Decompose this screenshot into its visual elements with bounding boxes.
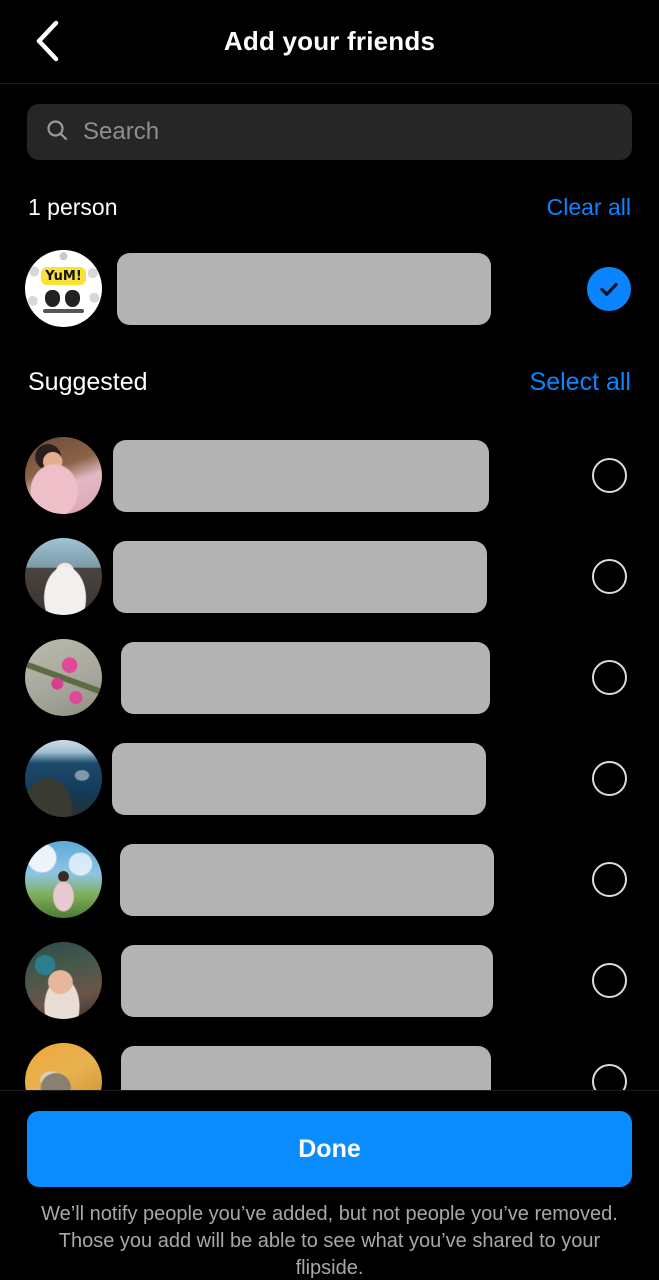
suggested-rows xyxy=(0,425,659,1091)
circle-outline-icon xyxy=(591,660,627,695)
circle-outline-icon xyxy=(591,458,627,493)
friend-list[interactable]: 1 person Clear all Suggested Select all xyxy=(0,176,659,1091)
chevron-left-icon xyxy=(32,19,62,63)
friend-row[interactable] xyxy=(0,526,659,627)
friend-row[interactable] xyxy=(0,728,659,829)
name-redaction-bar xyxy=(121,1045,491,1091)
disclaimer-text: We’ll notify people you’ve added, but no… xyxy=(41,1203,618,1279)
friend-row[interactable] xyxy=(0,930,659,1031)
name-redaction-bar xyxy=(117,252,491,325)
friend-row[interactable] xyxy=(0,425,659,526)
checkbox-checked[interactable] xyxy=(587,266,631,311)
page-title: Add your friends xyxy=(223,26,436,56)
name-redaction-bar xyxy=(113,540,487,613)
checkbox-unchecked[interactable] xyxy=(587,1060,631,1091)
search-input[interactable] xyxy=(83,118,614,146)
selected-section-header: 1 person Clear all xyxy=(0,176,659,238)
search-icon xyxy=(45,118,69,147)
avatar xyxy=(25,250,102,327)
footer-bar: Done We’ll notify people you’ve added, b… xyxy=(0,1090,659,1280)
avatar xyxy=(25,1043,102,1091)
circle-outline-icon xyxy=(591,559,627,594)
name-redaction-bar xyxy=(112,742,486,815)
selected-count-label: 1 person xyxy=(28,193,118,220)
clear-all-button[interactable]: Clear all xyxy=(547,194,631,221)
header-bar: Add your friends xyxy=(0,0,659,84)
circle-outline-icon xyxy=(591,963,627,998)
checkbox-unchecked[interactable] xyxy=(587,454,631,498)
avatar xyxy=(25,740,102,817)
checkbox-unchecked[interactable] xyxy=(587,757,631,801)
checkbox-unchecked[interactable] xyxy=(587,656,631,700)
name-redaction-bar xyxy=(121,944,493,1017)
friend-row[interactable] xyxy=(0,627,659,728)
friend-row[interactable] xyxy=(0,238,659,339)
checkbox-unchecked[interactable] xyxy=(587,858,631,902)
avatar xyxy=(25,841,102,918)
checkbox-unchecked[interactable] xyxy=(587,555,631,599)
friend-row[interactable] xyxy=(0,1031,659,1091)
select-all-button[interactable]: Select all xyxy=(530,368,631,397)
selected-rows xyxy=(0,238,659,339)
checkbox-unchecked[interactable] xyxy=(587,959,631,1003)
avatar xyxy=(25,639,102,716)
check-icon xyxy=(587,266,631,311)
suggested-section-header: Suggested Select all xyxy=(0,339,659,425)
suggested-label: Suggested xyxy=(28,367,148,396)
circle-outline-icon xyxy=(591,1064,627,1091)
circle-outline-icon xyxy=(591,761,627,796)
name-redaction-bar xyxy=(121,641,490,714)
circle-outline-icon xyxy=(591,862,627,897)
add-friends-screen: Add your friends 1 person Clear all Sugg… xyxy=(0,0,659,1280)
done-button[interactable]: Done xyxy=(27,1111,632,1187)
avatar xyxy=(25,437,102,514)
friend-row[interactable] xyxy=(0,829,659,930)
name-redaction-bar xyxy=(120,843,494,916)
avatar xyxy=(25,942,102,1019)
name-redaction-bar xyxy=(113,439,489,512)
search-field[interactable] xyxy=(27,104,632,160)
avatar xyxy=(25,538,102,615)
back-button[interactable] xyxy=(16,10,78,72)
